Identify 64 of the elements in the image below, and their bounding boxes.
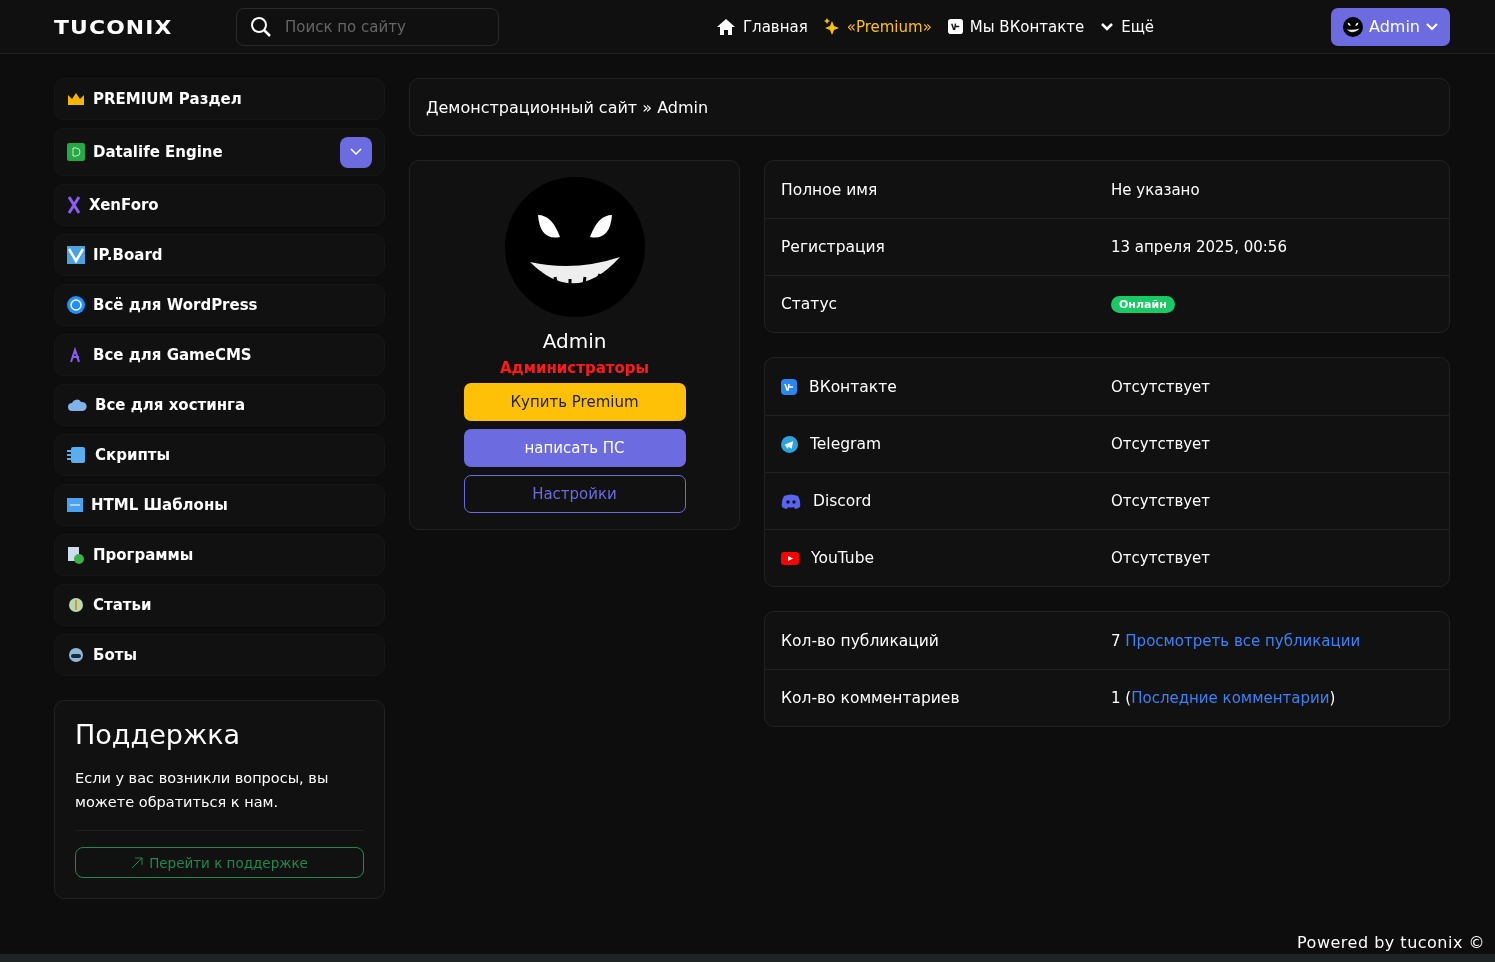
field-value: 1 (Последние комментарии)	[1111, 689, 1336, 707]
html-icon	[67, 498, 83, 512]
field-value: Отсутствует	[1111, 549, 1211, 567]
x-icon	[67, 196, 81, 214]
chevron-icon	[350, 148, 362, 156]
profile-button[interactable]: Купить Premium	[463, 383, 686, 421]
field-value: Отсутствует	[1111, 492, 1211, 510]
sidebar-item[interactable]: Скрипты	[54, 434, 385, 476]
user-menu-button[interactable]: Admin	[1331, 7, 1450, 46]
sparkle-icon	[823, 17, 840, 36]
chevron-down-icon	[1100, 21, 1115, 32]
arrow-icon	[131, 856, 144, 869]
nav-link[interactable]: «Premium»	[823, 17, 932, 36]
letter-d-icon	[67, 143, 85, 161]
footer-text: Powered by tuconix ©	[1296, 933, 1486, 954]
field-value: 7 Просмотреть все публикации	[1111, 631, 1361, 650]
support-button[interactable]: Перейти к поддержке	[75, 847, 364, 878]
link[interactable]: Просмотреть все публикации	[1125, 631, 1361, 650]
user-group: Администраторы	[499, 359, 650, 377]
search-icon	[250, 15, 272, 38]
sidebar-item[interactable]: Всё для WordPress	[54, 284, 385, 326]
field-label: YouTube	[811, 549, 875, 567]
sidebar-item[interactable]: Статьи	[54, 584, 385, 626]
sidebar-item[interactable]: HTML Шаблоны	[54, 484, 385, 526]
field-label: Discord	[813, 492, 872, 510]
sidebar-item[interactable]: Все для хостинга	[54, 384, 385, 426]
search-field[interactable]: Поиск по сайту	[236, 7, 499, 46]
grin-avatar-drawing	[1343, 16, 1363, 37]
profile-button[interactable]: написать ПС	[463, 429, 686, 467]
crown-icon	[67, 92, 85, 106]
field-label: Статус	[781, 295, 839, 313]
breadcrumb: Демонстрационный сайт » Admin	[409, 78, 1450, 136]
field-value: Отсутствует	[1111, 377, 1211, 396]
field-label: Telegram	[810, 435, 882, 453]
field-label: ВКонтакте	[809, 377, 897, 396]
field-value: 13 апреля 2025, 00:56	[1111, 238, 1287, 256]
field-label: Кол-во публикаций	[781, 631, 940, 650]
status-badge: Онлайн	[1111, 295, 1175, 313]
link[interactable]: Последние комментарии	[1131, 689, 1330, 707]
sidebar-item[interactable]: PREMIUM Раздел	[54, 78, 385, 120]
field-label: Кол-во комментариев	[781, 689, 961, 707]
nav-link[interactable]: Главная	[715, 17, 808, 36]
profile-name: Admin	[542, 329, 607, 353]
nav-link[interactable]: Мы ВКонтакте	[947, 17, 1085, 36]
vk-icon	[947, 19, 963, 34]
sidebar-item[interactable]: Все для GameCMS	[54, 334, 385, 376]
expand-toggle[interactable]	[340, 136, 372, 168]
field-value: Не указано	[1111, 180, 1200, 199]
code-chip-icon	[67, 446, 87, 464]
nav-link[interactable]: Ещё	[1100, 17, 1155, 36]
field-value: Отсутствует	[1111, 435, 1211, 453]
field-label: Полное имя	[781, 180, 879, 199]
profile-button[interactable]: Настройки	[463, 475, 686, 513]
sidebar-item[interactable]: Программы	[54, 534, 385, 576]
home-icon	[715, 17, 736, 36]
support-title: Поддержка	[75, 719, 242, 750]
field-label: Регистрация	[781, 238, 886, 256]
support-text: Если у вас возникли вопросы, вы можете обратиться к нам.	[75, 766, 364, 831]
sidebar-item[interactable]: Datalife Engine	[54, 128, 385, 176]
cloud-icon	[67, 398, 87, 412]
chevron-down-icon	[1426, 22, 1438, 31]
sidebar-item[interactable]: Боты	[54, 634, 385, 676]
sidebar-item[interactable]: IP.Board	[54, 234, 385, 276]
sidebar-item[interactable]: XenForo	[54, 184, 385, 226]
